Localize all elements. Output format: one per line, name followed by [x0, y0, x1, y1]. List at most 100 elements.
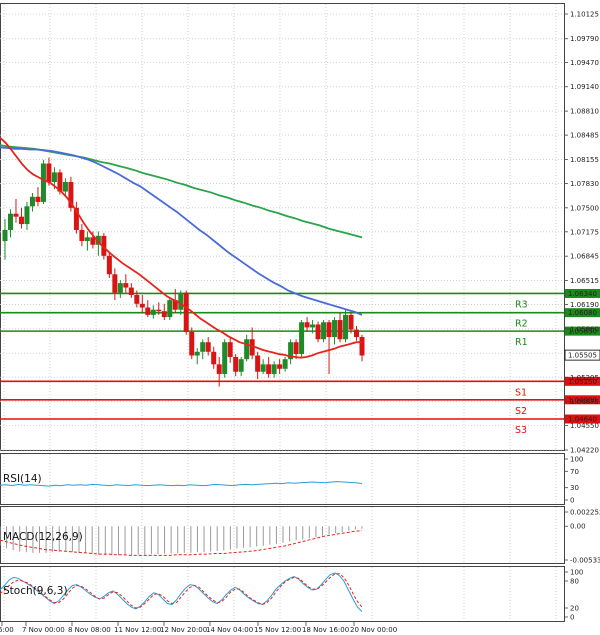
time-tick-label: 7 Nov 00:00 — [22, 626, 65, 634]
macd-tick-label: -0.005334 — [570, 557, 600, 565]
rsi-tick-label: 70 — [570, 468, 579, 476]
rsi-tick-label: 0 — [570, 497, 574, 505]
stoch-axis: 10080 200 — [564, 569, 583, 622]
candle-body — [156, 309, 162, 312]
candle-body — [326, 322, 332, 338]
price-tick-label: 1.06515 — [570, 277, 599, 285]
price-tick-label: 1.06190 — [570, 301, 599, 309]
candle-body — [150, 309, 156, 315]
candle-body — [139, 303, 145, 308]
candle-body — [310, 324, 316, 328]
level-price-label: 1.06340 — [568, 290, 597, 298]
rsi-panel — [0, 453, 565, 505]
candle-body — [266, 364, 272, 374]
candle-body — [145, 307, 151, 315]
candle-body — [216, 364, 222, 374]
candle-body — [222, 342, 228, 374]
stoch-tick-label: 100 — [570, 569, 583, 577]
level-price-label: 1.06080 — [568, 309, 597, 317]
macd-tick-label: 0.002252 — [570, 509, 600, 517]
price-tick-label: 1.08810 — [570, 108, 599, 116]
candle-body — [84, 237, 90, 242]
candle-body — [337, 320, 343, 340]
candle-body — [205, 342, 211, 352]
level-name-s3: S3 — [515, 425, 527, 436]
rsi-axis: 100 70 30 0 — [564, 456, 583, 505]
candle-body — [167, 300, 173, 318]
candle-body — [282, 359, 288, 369]
price-panel — [0, 3, 565, 451]
level-name-s1: S1 — [515, 387, 527, 398]
time-tick-label: 12 Nov 20:00 — [160, 626, 207, 634]
price-tick-label: 1.07500 — [570, 204, 599, 212]
price-tick-label: 1.08485 — [570, 132, 599, 140]
time-tick-label: 20 Nov 00:00 — [350, 626, 397, 634]
current-price-tag: 1.05505 — [564, 349, 600, 361]
macd-tick-label: 0.00 — [570, 523, 586, 531]
price-tick-label: 1.08155 — [570, 156, 599, 164]
candle-body — [359, 337, 365, 356]
candle-body — [128, 287, 134, 295]
candle-body — [112, 274, 118, 293]
candle-body — [24, 206, 30, 225]
forex-chart: R31.06340R21.06080R11.05830S11.05150S21.… — [0, 3, 600, 634]
candle-body — [260, 364, 266, 372]
stoch-label: Stoch(9,6,3) — [3, 585, 68, 597]
candle-body — [194, 351, 200, 356]
macd-label: MACD(12,26,9) — [3, 531, 83, 543]
candle-body — [348, 314, 354, 330]
candle-body — [7, 213, 13, 230]
time-tick-label: 18 Nov 16:00 — [302, 626, 349, 634]
candle-body — [299, 322, 305, 355]
price-tick-label: 1.06845 — [570, 253, 599, 261]
price-tick-label: 1.04550 — [570, 422, 599, 430]
candle-body — [2, 229, 8, 242]
time-tick-label: 15 Nov 12:00 — [254, 626, 301, 634]
candle-body — [200, 342, 206, 352]
candle-body — [123, 283, 129, 288]
candle-body — [211, 351, 217, 365]
candle-body — [161, 311, 167, 318]
candle-body — [271, 364, 277, 374]
candle-body — [233, 356, 239, 372]
macd-axis: 0.002252 0.00 -0.005334 — [564, 509, 600, 565]
candle-body — [343, 314, 349, 340]
candle-body — [238, 359, 244, 372]
candle-body — [227, 342, 233, 357]
stoch-tick-label: 20 — [570, 605, 579, 613]
level-name-r3: R3 — [515, 299, 528, 310]
candle-body — [79, 229, 85, 242]
candle-body — [106, 255, 112, 275]
rsi-tick-label: 30 — [570, 484, 579, 492]
current-price-label: 1.05505 — [568, 352, 597, 360]
candle-body — [40, 163, 46, 202]
price-tick-label: 1.07175 — [570, 228, 599, 236]
level-name-s2: S2 — [515, 406, 527, 417]
candle-body — [315, 324, 321, 340]
candle-body — [35, 196, 41, 202]
stoch-tick-label: 80 — [570, 578, 579, 586]
rsi-label: RSI(14) — [3, 473, 42, 485]
candle-body — [321, 322, 327, 340]
candle-body — [189, 331, 195, 356]
price-tick-label: 1.09140 — [570, 83, 599, 91]
price-tick-label: 1.05205 — [570, 374, 599, 382]
candle-body — [51, 172, 57, 182]
price-tick-label: 1.07830 — [570, 180, 599, 188]
rsi-tick-label: 100 — [570, 456, 583, 464]
price-tick-label: 1.10125 — [570, 11, 599, 19]
candle-body — [13, 213, 19, 217]
stoch-tick-label: 0 — [570, 614, 574, 622]
price-tick-label: 1.09790 — [570, 35, 599, 43]
price-axis: 1.10125 1.09790 1.09470 1.09140 1.08810 1.084… — [564, 11, 599, 455]
time-tick-label: 8 Nov 08:00 — [68, 626, 111, 634]
price-tick-label: 1.04875 — [570, 398, 599, 406]
candle-body — [332, 320, 338, 338]
price-tick-label: 1.04220 — [570, 447, 599, 455]
candle-body — [134, 294, 140, 304]
candle-body — [304, 322, 310, 328]
price-tick-label: 1.09470 — [570, 59, 599, 67]
candle-body — [46, 163, 52, 182]
time-axis: 6:00 7 Nov 00:00 8 Nov 08:00 11 Nov 12:0012… — [0, 622, 397, 634]
candle-body — [293, 342, 299, 355]
